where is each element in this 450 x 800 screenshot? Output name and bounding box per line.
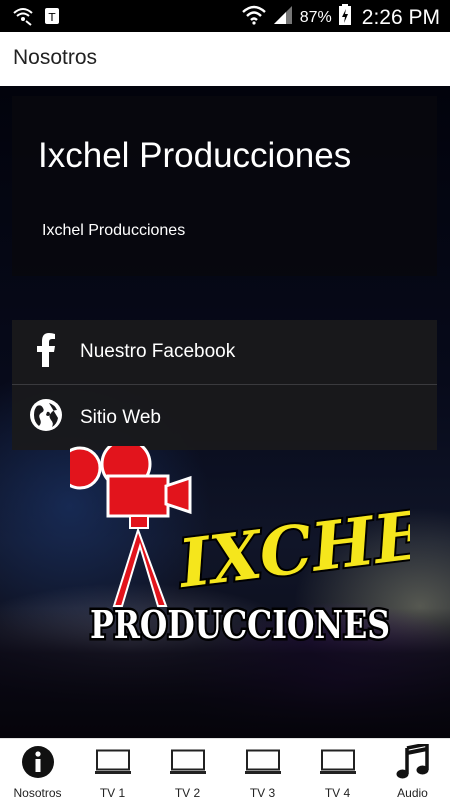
intro-card: Ixchel Producciones Ixchel Producciones xyxy=(12,96,437,276)
links-list: Nuestro Facebook Sitio Web xyxy=(12,320,437,450)
music-note-icon xyxy=(396,741,430,785)
logo-title: IXCHEL xyxy=(173,490,410,603)
page-title: Nosotros xyxy=(13,46,98,69)
tab-label: TV 2 xyxy=(174,786,201,800)
tv-icon xyxy=(169,749,207,780)
tab-label: TV 3 xyxy=(249,786,276,800)
intro-heading: Ixchel Producciones xyxy=(38,136,352,175)
tv-icon xyxy=(319,749,357,780)
status-bar: T 87% 2:26 PM xyxy=(0,0,450,32)
tv-icon xyxy=(94,749,132,780)
info-icon xyxy=(21,745,55,784)
tab-label: Nosotros xyxy=(13,786,62,800)
wifi-icon xyxy=(241,5,266,31)
tab-tv-4[interactable]: TV 4 xyxy=(300,739,375,800)
facebook-link-label: Nuestro Facebook xyxy=(80,341,236,362)
wifi-calling-icon xyxy=(12,6,34,31)
facebook-icon xyxy=(35,332,57,372)
svg-text:T: T xyxy=(48,11,56,24)
tab-label: TV 4 xyxy=(324,786,351,800)
battery-charging-icon xyxy=(338,4,352,32)
tab-tv-1[interactable]: TV 1 xyxy=(75,739,150,800)
tab-tv-3[interactable]: TV 3 xyxy=(225,739,300,800)
signal-icon xyxy=(272,5,294,31)
clock: 2:26 PM xyxy=(361,6,440,29)
facebook-link[interactable]: Nuestro Facebook xyxy=(12,320,437,385)
website-link[interactable]: Sitio Web xyxy=(12,385,437,450)
website-link-label: Sitio Web xyxy=(80,406,161,428)
tab-label: TV 1 xyxy=(99,786,126,800)
intro-subtitle: Ixchel Producciones xyxy=(42,222,186,239)
battery-percent: 87% xyxy=(299,9,332,26)
globe-icon xyxy=(29,398,63,437)
t-mobile-icon: T xyxy=(44,6,62,31)
tab-label: Audio xyxy=(397,786,428,800)
app-bar: Nosotros xyxy=(0,32,450,86)
ixchel-producciones-logo: IXCHEL PRODUCCIONES xyxy=(58,438,450,666)
tab-audio[interactable]: Audio xyxy=(375,739,450,800)
tv-icon xyxy=(244,749,282,780)
bottom-tab-bar: Nosotros TV 1 TV 2 TV 3 TV 4 Audio xyxy=(0,738,450,800)
tab-nosotros[interactable]: Nosotros xyxy=(0,739,75,800)
background-photo: Ixchel Producciones Ixchel Producciones … xyxy=(0,86,450,738)
tab-tv-2[interactable]: TV 2 xyxy=(150,739,225,800)
logo-subtitle: PRODUCCIONES xyxy=(90,602,390,647)
